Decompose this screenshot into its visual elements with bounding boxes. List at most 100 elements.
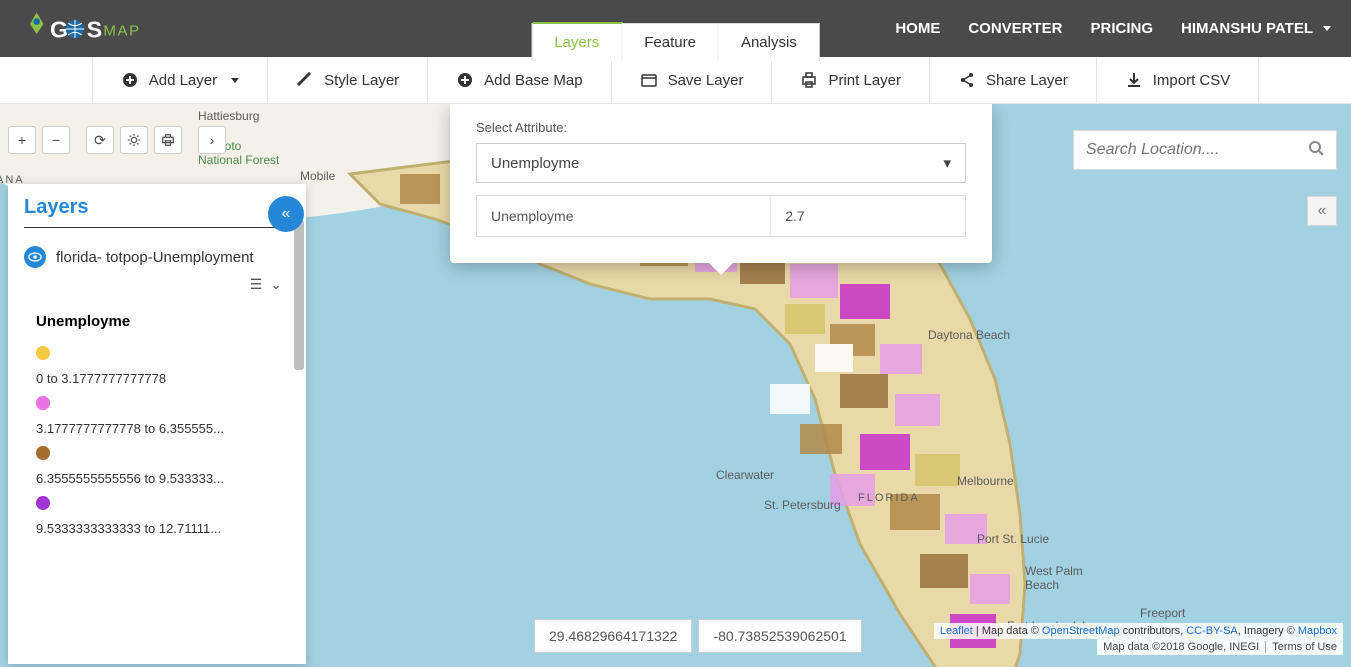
print-icon [800, 71, 818, 89]
label-clearwater: Clearwater [716, 468, 774, 482]
legend-toggle-icon[interactable]: ☰ [250, 276, 263, 293]
print-layer-label: Print Layer [828, 72, 901, 89]
svg-text:S: S [87, 16, 103, 42]
style-layer-label: Style Layer [324, 72, 399, 89]
nav-pricing[interactable]: PRICING [1091, 20, 1154, 37]
google-attrib-text: Map data ©2018 Google, INEGI [1103, 641, 1259, 653]
map-canvas[interactable]: Hattiesburg De Soto National Forest Mobi… [0, 104, 1351, 667]
osm-link[interactable]: OpenStreetMap [1042, 625, 1120, 637]
top-nav: GSMAP Layers Feature Analysis HOME CONVE… [0, 0, 1351, 57]
search-box [1073, 130, 1337, 170]
more-button[interactable]: › [198, 126, 226, 154]
longitude-box: -80.73852539062501 [698, 619, 861, 653]
center-tabs: Layers Feature Analysis [531, 23, 820, 61]
mapbox-link[interactable]: Mapbox [1298, 625, 1337, 637]
label-mobile: Mobile [300, 169, 335, 183]
search-icon[interactable] [1308, 140, 1324, 161]
caret-down-icon: ▾ [943, 154, 951, 172]
map-controls: + − ⟳ › [8, 126, 226, 154]
scrollbar-thumb[interactable] [294, 220, 304, 370]
legend-body: 0 to 3.1777777777778 3.1777777777778 to … [8, 338, 306, 658]
share-layer-label: Share Layer [986, 72, 1068, 89]
popup-table: Unemployme 2.7 [476, 195, 966, 237]
user-name: HIMANSHU PATEL [1181, 20, 1313, 37]
attribute-select[interactable]: Unemployme ▾ [476, 143, 966, 183]
add-layer-button[interactable]: Add Layer [92, 57, 268, 103]
leaflet-attribution: Leaflet | Map data © OpenStreetMap contr… [934, 623, 1343, 639]
popup-value: 2.7 [771, 196, 965, 236]
zoom-in-button[interactable]: + [8, 126, 36, 154]
label-florida-state: FLORIDA [858, 492, 920, 504]
tab-layers[interactable]: Layers [532, 22, 622, 61]
divider [24, 227, 290, 228]
label-melbourne: Melbourne [957, 474, 1014, 488]
legend-swatch [36, 496, 50, 510]
refresh-button[interactable]: ⟳ [86, 126, 114, 154]
feature-popup: Select Attribute: Unemployme ▾ Unemploym… [450, 104, 992, 263]
leaflet-link[interactable]: Leaflet [940, 625, 973, 637]
tab-analysis[interactable]: Analysis [719, 24, 819, 61]
settings-button[interactable] [120, 126, 148, 154]
toolbar: Add Layer Style Layer Add Base Map Save … [0, 57, 1351, 104]
add-base-map-button[interactable]: Add Base Map [428, 57, 611, 103]
legend-label: 9.5333333333333 to 12.71111... [36, 521, 278, 536]
label-stlucie: Port St. Lucie [977, 532, 1049, 546]
attrib-text: contributors, [1120, 625, 1187, 637]
attrib-text: | Map data © [973, 625, 1042, 637]
plus-circle-icon [456, 71, 474, 89]
coordinate-bar: 29.46829664171322 -80.73852539062501 [534, 619, 862, 653]
download-icon [1125, 71, 1143, 89]
nav-home[interactable]: HOME [895, 20, 940, 37]
share-icon [958, 71, 976, 89]
add-layer-label: Add Layer [149, 72, 217, 89]
caret-down-icon [1323, 26, 1331, 31]
expand-right-panel-button[interactable] [1307, 196, 1337, 226]
legend-item: 9.5333333333333 to 12.71111... [36, 488, 278, 538]
nav-converter[interactable]: CONVERTER [968, 20, 1062, 37]
add-base-map-label: Add Base Map [484, 72, 582, 89]
legend-swatch [36, 446, 50, 460]
logo[interactable]: GSMAP [20, 9, 170, 49]
style-layer-button[interactable]: Style Layer [268, 57, 428, 103]
zoom-out-button[interactable]: − [42, 126, 70, 154]
caret-down-icon [231, 78, 239, 83]
svg-text:G: G [50, 16, 68, 42]
save-layer-button[interactable]: Save Layer [612, 57, 773, 103]
collapse-left-panel-button[interactable] [268, 196, 304, 232]
label-freeport: Freeport [1140, 606, 1185, 620]
select-value: Unemployme [491, 155, 579, 172]
legend-label: 3.1777777777778 to 6.355555... [36, 421, 278, 436]
import-csv-label: Import CSV [1153, 72, 1231, 89]
save-layer-label: Save Layer [668, 72, 744, 89]
attrib-text: , Imagery © [1238, 625, 1298, 637]
latitude-box: 29.46829664171322 [534, 619, 692, 653]
cc-link[interactable]: CC-BY-SA [1186, 625, 1238, 637]
brush-icon [296, 71, 314, 89]
layer-row[interactable]: florida- totpop-Unemployment [8, 240, 306, 274]
print-layer-button[interactable]: Print Layer [772, 57, 930, 103]
user-menu[interactable]: HIMANSHU PATEL [1181, 20, 1331, 37]
legend-swatch [36, 346, 50, 360]
search-input[interactable] [1086, 141, 1308, 159]
popup-key: Unemployme [477, 196, 771, 236]
layers-panel: Layers florida- totpop-Unemployment ☰ ⌄ … [8, 184, 306, 664]
share-layer-button[interactable]: Share Layer [930, 57, 1097, 103]
terms-link[interactable]: Terms of Use [1265, 641, 1337, 653]
expand-icon[interactable]: ⌄ [270, 276, 282, 293]
label-daytona: Daytona Beach [928, 328, 1010, 342]
panel-title: Layers [8, 184, 306, 227]
topnav-right: HOME CONVERTER PRICING HIMANSHU PATEL [895, 20, 1331, 37]
tab-feature[interactable]: Feature [622, 24, 719, 61]
svg-text:MAP: MAP [103, 22, 141, 39]
label-hattiesburg: Hattiesburg [198, 109, 259, 123]
legend-swatch [36, 396, 50, 410]
import-csv-button[interactable]: Import CSV [1097, 57, 1260, 103]
legend-item: 0 to 3.1777777777778 [36, 338, 278, 388]
popup-label: Select Attribute: [476, 120, 966, 135]
save-icon [640, 71, 658, 89]
visibility-toggle-icon[interactable] [24, 246, 46, 268]
print-button[interactable] [154, 126, 182, 154]
legend-item: 6.3555555555556 to 9.533333... [36, 438, 278, 488]
legend-title: Unemployme [8, 299, 306, 338]
legend-label: 0 to 3.1777777777778 [36, 371, 278, 386]
